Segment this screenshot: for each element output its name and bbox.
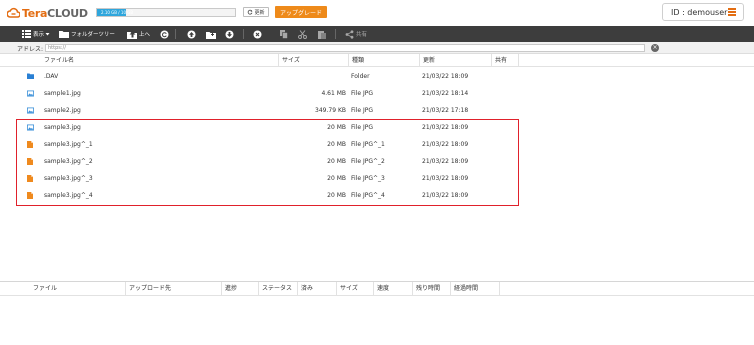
upload-column-destination[interactable]: アップロード先 — [125, 282, 221, 296]
share-icon — [345, 29, 354, 39]
toolbar-separator — [243, 29, 244, 39]
storage-quota-bar: 2.10 GB / 10 GB — [96, 8, 236, 17]
address-clear-icon[interactable]: × — [651, 44, 659, 52]
new-folder-icon — [206, 31, 216, 39]
account-menu-button[interactable]: ID : demouser — [662, 3, 744, 21]
column-header-modified[interactable]: 更新 — [419, 54, 491, 67]
image-file-icon — [27, 107, 34, 114]
upload-column-remaining[interactable]: 残り時間 — [412, 282, 450, 296]
upload-column-done[interactable]: 済み — [297, 282, 336, 296]
file-modified: 21/03/22 17:18 — [422, 107, 469, 114]
file-toolbar: 表示 フォルダーツリー 上へ 共有 — [0, 26, 754, 42]
file-size: 4.61 MB — [321, 90, 346, 97]
hamburger-menu-icon — [728, 8, 736, 16]
refresh-button[interactable]: 更新 — [243, 7, 269, 17]
file-modified: 21/03/22 18:14 — [422, 90, 469, 97]
file-list-header: ファイル名 サイズ 種類 更新 共有 — [0, 54, 754, 67]
storage-quota-text: 2.10 GB / 10 GB — [101, 10, 134, 15]
view-menu-button[interactable]: 表示 — [22, 26, 50, 42]
file-row[interactable]: .DAV Folder 21/03/22 18:09 — [0, 68, 754, 85]
paste-icon — [318, 30, 326, 39]
share-button[interactable]: 共有 — [345, 26, 367, 42]
file-type: File JPG — [351, 107, 373, 114]
share-label: 共有 — [356, 32, 368, 38]
cut-button[interactable] — [298, 26, 307, 42]
view-menu-label: 表示 — [33, 32, 45, 38]
go-up-button[interactable]: 上へ — [127, 26, 150, 42]
download-icon — [225, 30, 234, 38]
column-header-type[interactable]: 種類 — [348, 54, 419, 67]
column-header-shared[interactable]: 共有 — [491, 54, 518, 67]
folder-icon — [27, 73, 34, 80]
file-row[interactable]: sample2.jpg 349.79 KB File JPG 21/03/22 17:… — [0, 102, 754, 119]
upload-column-speed[interactable]: 速度 — [373, 282, 412, 296]
address-bar: アドレス: https:// × — [0, 42, 754, 54]
upload-column-spacer — [499, 282, 754, 296]
image-file-icon — [27, 90, 34, 97]
delete-button[interactable] — [253, 26, 262, 42]
top-bar: TeraCLOUD 2.10 GB / 10 GB 更新 アップグレード ID … — [0, 0, 754, 26]
folder-icon — [59, 31, 69, 38]
brand-name: TeraCLOUD — [22, 6, 88, 20]
delete-icon — [253, 30, 262, 38]
toolbar-separator — [335, 29, 336, 39]
app-logo[interactable]: TeraCLOUD — [6, 5, 88, 21]
upload-column-elapsed[interactable]: 経過時間 — [450, 282, 499, 296]
file-name[interactable]: sample2.jpg — [44, 107, 81, 114]
file-name[interactable]: .DAV — [44, 73, 58, 80]
address-label: アドレス: — [17, 46, 44, 53]
address-input[interactable]: https:// — [45, 44, 645, 52]
file-name[interactable]: sample1.jpg — [44, 90, 81, 97]
upgrade-button[interactable]: アップグレード — [275, 6, 327, 18]
upload-column-progress[interactable]: 進捗 — [221, 282, 258, 296]
column-header-name[interactable]: ファイル名 — [41, 54, 278, 67]
upload-button[interactable] — [187, 26, 196, 42]
account-id-label: ID : demouser — [671, 7, 728, 17]
file-size: 349.79 KB — [315, 107, 346, 114]
copy-button[interactable] — [280, 26, 288, 42]
upload-icon — [187, 30, 196, 38]
caret-down-icon — [45, 33, 50, 36]
reload-button[interactable] — [160, 26, 169, 42]
toolbar-separator — [175, 29, 176, 39]
file-row[interactable]: sample1.jpg 4.61 MB File JPG 21/03/22 18:14 — [0, 85, 754, 102]
selection-highlight-box — [16, 119, 519, 206]
download-button[interactable] — [225, 26, 234, 42]
upload-column-status[interactable]: ステータス — [258, 282, 297, 296]
upload-column-file[interactable]: ファイル — [30, 282, 125, 296]
folder-up-icon — [127, 31, 137, 39]
list-view-icon — [22, 30, 31, 38]
paste-button[interactable] — [318, 26, 326, 42]
new-folder-button[interactable] — [206, 26, 216, 42]
file-type: File JPG — [351, 90, 373, 97]
go-up-label: 上へ — [139, 32, 151, 38]
teracloud-logo-icon — [6, 7, 21, 19]
folder-tree-button[interactable]: フォルダーツリー — [59, 26, 115, 42]
reload-icon — [160, 30, 169, 38]
column-header-spacer — [518, 54, 754, 67]
folder-tree-label: フォルダーツリー — [71, 32, 115, 38]
refresh-icon — [248, 9, 253, 15]
upload-column-size[interactable]: サイズ — [336, 282, 373, 296]
file-type: Folder — [351, 73, 370, 80]
column-header-size[interactable]: サイズ — [278, 54, 348, 67]
upload-queue-header: ファイル アップロード先 進捗 ステータス 済み サイズ 速度 残り時間 経過時… — [0, 282, 754, 296]
scissors-icon — [298, 29, 307, 39]
copy-icon — [280, 29, 288, 39]
refresh-label: 更新 — [254, 9, 265, 16]
file-modified: 21/03/22 18:09 — [422, 73, 469, 80]
